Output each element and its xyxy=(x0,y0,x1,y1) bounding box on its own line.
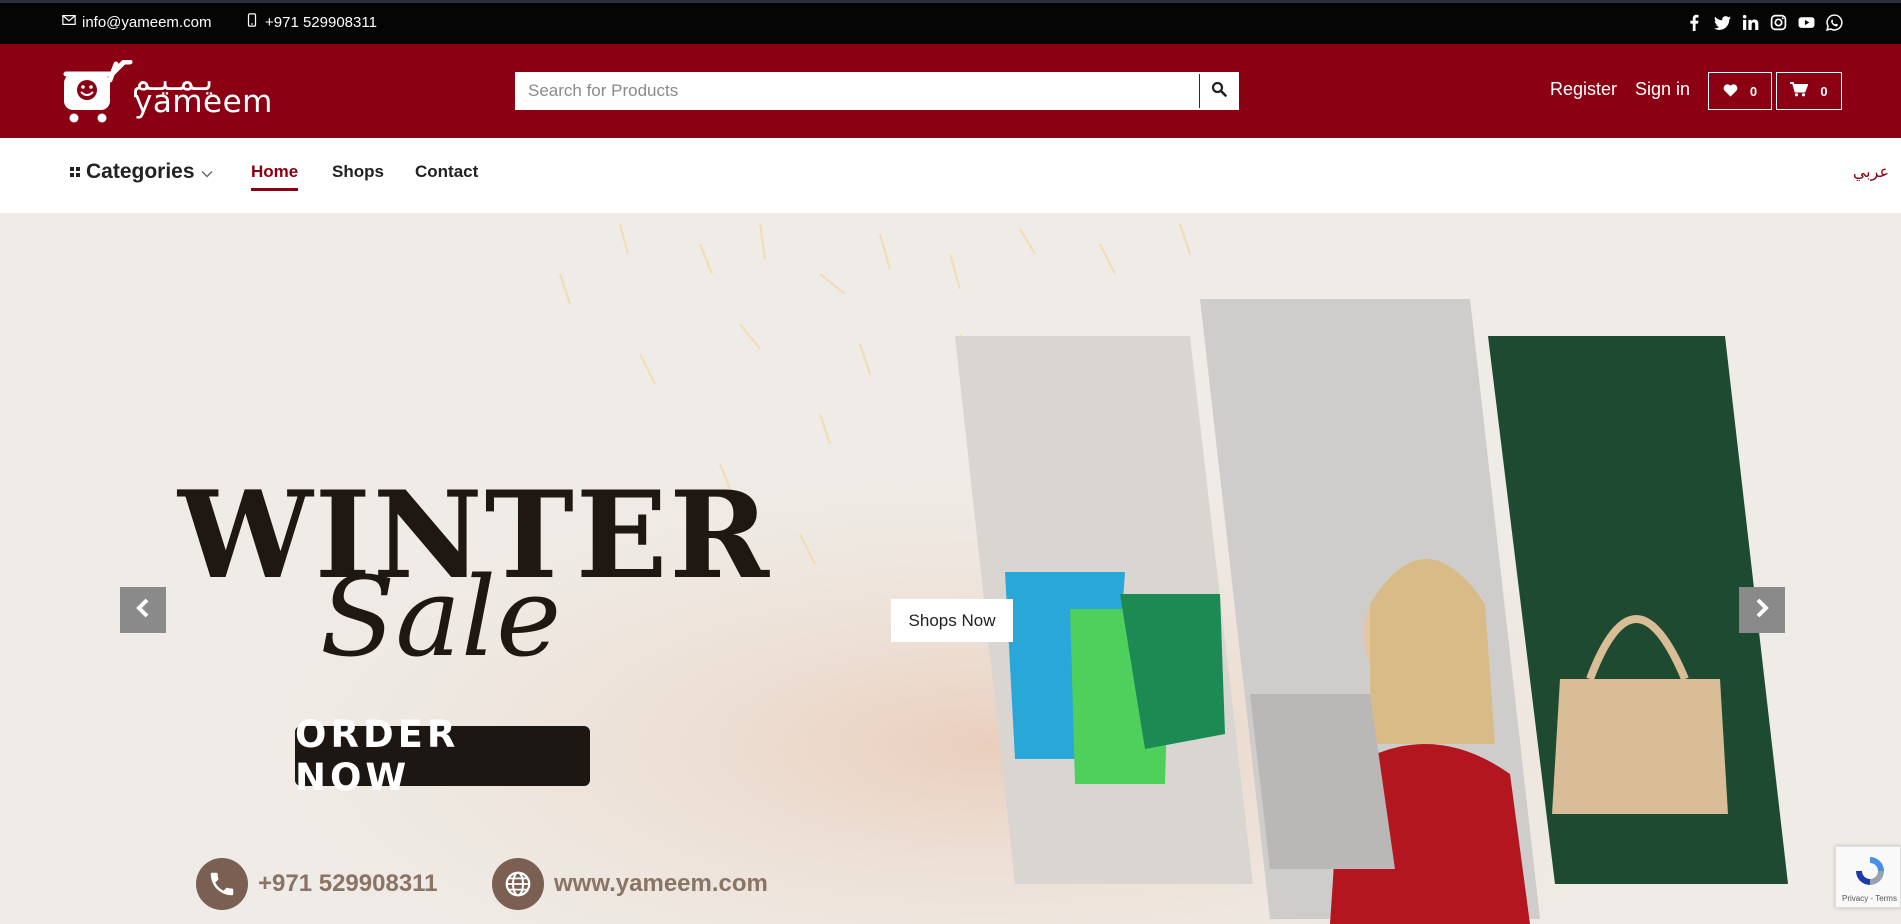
facebook-icon[interactable] xyxy=(1686,14,1703,31)
heart-icon xyxy=(1723,83,1738,100)
search-input[interactable] xyxy=(516,73,1198,109)
hero-phone: +971 529908311 xyxy=(196,858,438,910)
nav-home[interactable]: Home xyxy=(251,162,299,191)
recaptcha-icon xyxy=(1856,857,1884,885)
nav-shops[interactable]: Shops xyxy=(332,162,384,182)
phone-link[interactable]: +971 529908311 xyxy=(245,13,377,31)
order-now-banner: ORDER NOW xyxy=(295,713,590,799)
twitter-icon[interactable] xyxy=(1714,14,1731,31)
search-button[interactable] xyxy=(1199,74,1237,108)
cart-button[interactable]: 0 xyxy=(1776,72,1842,110)
register-link[interactable]: Register xyxy=(1550,79,1617,100)
recaptcha-text: Privacy - Terms xyxy=(1842,894,1897,903)
mail-icon xyxy=(62,13,76,31)
top-bar: info@yameem.com +971 529908311 xyxy=(0,0,1901,44)
linkedin-icon[interactable] xyxy=(1742,14,1759,31)
recaptcha-badge[interactable]: Privacy - Terms xyxy=(1835,846,1901,908)
logo-text: yameem xyxy=(134,84,273,120)
globe-icon xyxy=(492,858,544,910)
cart-icon xyxy=(1790,82,1809,100)
hero-phone-text: +971 529908311 xyxy=(258,870,438,897)
language-switch[interactable]: عربي xyxy=(1853,162,1889,182)
wishlist-button[interactable]: 0 xyxy=(1708,72,1772,110)
grid-icon xyxy=(70,167,80,177)
chevron-left-icon xyxy=(135,598,151,623)
whatsapp-icon[interactable] xyxy=(1826,14,1843,31)
email-text: info@yameem.com xyxy=(82,13,212,31)
wishlist-count: 0 xyxy=(1749,83,1758,99)
hero-slider: WINTER Sale ORDER NOW +971 529908311 www… xyxy=(0,214,1901,924)
youtube-icon[interactable] xyxy=(1798,14,1815,31)
instagram-icon[interactable] xyxy=(1770,14,1787,31)
chevron-right-icon xyxy=(1754,598,1770,623)
hero-website-text: www.yameem.com xyxy=(554,870,768,897)
categories-label: Categories xyxy=(86,160,195,183)
signin-link[interactable]: Sign in xyxy=(1635,79,1690,100)
main-header: يـمـيـم yameem Register Sign in 0 0 xyxy=(0,44,1901,138)
phone-text: +971 529908311 xyxy=(265,13,377,31)
mobile-icon xyxy=(245,13,259,31)
shops-now-button[interactable]: Shops Now xyxy=(891,599,1013,642)
hero-subheadline: Sale xyxy=(320,553,562,681)
email-link[interactable]: info@yameem.com xyxy=(62,13,211,31)
search-icon xyxy=(1211,81,1227,102)
categories-dropdown[interactable]: Categories xyxy=(70,160,213,184)
social-links xyxy=(1686,14,1843,31)
slider-prev-button[interactable] xyxy=(120,587,166,633)
slider-next-button[interactable] xyxy=(1739,587,1785,633)
chevron-down-icon xyxy=(201,160,213,184)
main-nav: Categories Home Shops Contact عربي xyxy=(0,138,1901,214)
phone-icon xyxy=(196,858,248,910)
nav-contact[interactable]: Contact xyxy=(415,162,478,182)
search-bar xyxy=(515,72,1239,110)
hero-website: www.yameem.com xyxy=(492,858,768,910)
cart-count: 0 xyxy=(1820,83,1828,99)
